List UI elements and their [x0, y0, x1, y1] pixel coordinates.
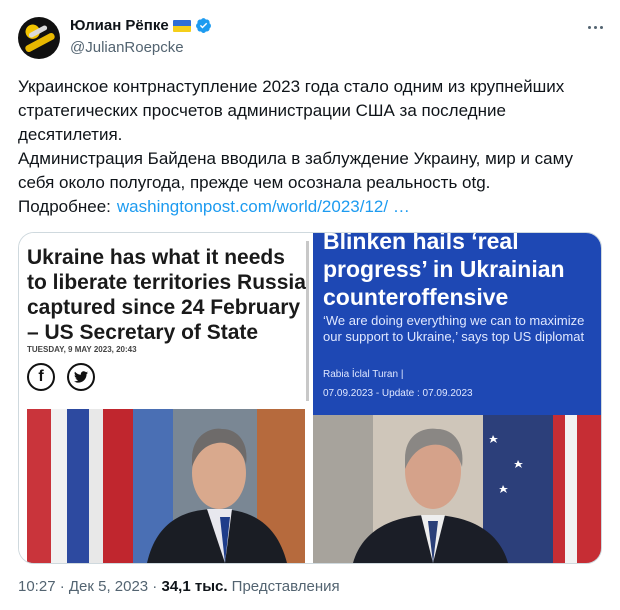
- media-image-right[interactable]: Blinken hails ‘real progress’ in Ukraini…: [313, 233, 601, 563]
- media-gallery: Ukraine has what it needs to liberate te…: [18, 232, 602, 564]
- author-handle[interactable]: @JulianRoepcke: [70, 39, 184, 56]
- tweet-paragraph: Администрация Байдена вводила в заблужде…: [18, 149, 574, 192]
- blinken-photo-right: [313, 415, 601, 563]
- more-options-icon[interactable]: [584, 16, 606, 38]
- social-icons: f: [27, 363, 95, 391]
- view-count: 34,1 тыс.: [161, 578, 228, 595]
- verified-badge-icon: [195, 18, 211, 33]
- right-author: Rabia İclal Turan |: [323, 369, 404, 380]
- author-name[interactable]: Юлиан Рёпке: [70, 17, 169, 34]
- article-link[interactable]: washingtonpost.com/world/2023/12/ …: [117, 197, 410, 216]
- right-dates: 07.09.2023 - Update : 07.09.2023: [323, 388, 473, 399]
- tweet-more-line: Подробнее: washingtonpost.com/world/2023/…: [18, 195, 608, 219]
- ukraine-flag-icon: [172, 19, 191, 32]
- left-dateline: TUESDAY, 9 MAY 2023, 20:43: [27, 345, 137, 354]
- timestamp[interactable]: 10:27 · Дек 5, 2023 ·: [18, 578, 161, 595]
- scrollbar: [306, 241, 309, 401]
- facebook-icon: f: [27, 363, 55, 391]
- tweet-footer: 10:27 · Дек 5, 2023 · 34,1 тыс. Представ…: [18, 578, 340, 595]
- left-headline: Ukraine has what it needs to liberate te…: [27, 246, 306, 344]
- tweet-paragraph: Украинское контрнаступление 2023 года ст…: [18, 77, 565, 144]
- twitter-icon: [67, 363, 95, 391]
- avatar[interactable]: [18, 17, 60, 59]
- views-label: Представления: [227, 578, 340, 595]
- blinken-photo-left: [27, 409, 305, 563]
- right-subtitle: ‘We are doing everything we can to maxim…: [323, 313, 585, 344]
- media-image-left[interactable]: Ukraine has what it needs to liberate te…: [19, 233, 309, 563]
- right-headline: Blinken hails ‘real progress’ in Ukraini…: [323, 233, 565, 310]
- more-label: Подробнее:: [18, 197, 111, 216]
- tweet-text: Украинское контрнаступление 2023 года ст…: [18, 75, 608, 219]
- author-row: Юлиан Рёпке: [70, 17, 212, 34]
